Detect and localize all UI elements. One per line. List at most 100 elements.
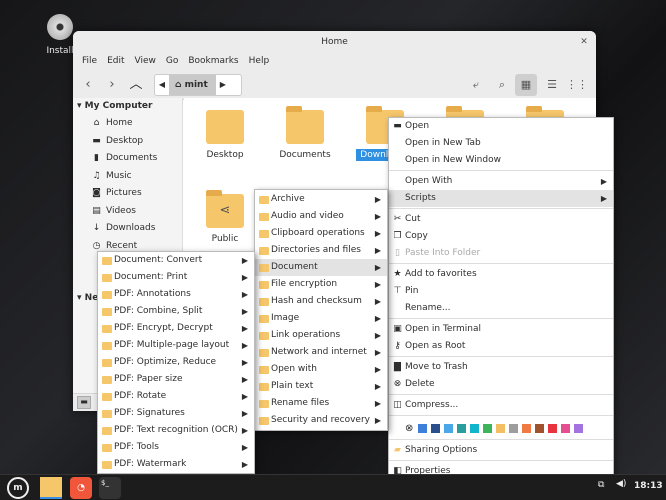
color-swatch[interactable] — [444, 423, 454, 433]
firefox-icon[interactable]: ◔ — [70, 477, 92, 499]
submenu-item[interactable]: PDF: Multiple-page layout ▶ — [98, 337, 254, 354]
color-swatch[interactable] — [548, 423, 558, 433]
list-view-button[interactable]: ☰ — [541, 74, 563, 96]
color-swatch[interactable] — [483, 423, 493, 433]
search-icon[interactable]: ⌕ — [491, 74, 513, 96]
separator — [389, 318, 613, 319]
menu-file[interactable]: File — [77, 53, 102, 70]
menu-view[interactable]: View — [130, 53, 161, 70]
color-swatch[interactable] — [574, 423, 584, 433]
menu-sharing-options[interactable]: ▰ Sharing Options — [389, 442, 613, 459]
menu-go[interactable]: Go — [161, 53, 183, 70]
submenu-item[interactable]: Rename files ▶ — [255, 395, 387, 412]
title-bar[interactable]: Home — [73, 31, 596, 53]
submenu-item[interactable]: PDF: Tools ▶ — [98, 439, 254, 456]
sidebar-item-documents[interactable]: ▮ Documents — [73, 150, 182, 168]
sidebar-item-videos[interactable]: ▤ Videos — [73, 203, 182, 221]
submenu-item[interactable]: PDF: Rotate ▶ — [98, 388, 254, 405]
color-swatch[interactable] — [561, 423, 571, 433]
menu-add-favorites[interactable]: ★ Add to favorites — [389, 266, 613, 283]
menu-delete[interactable]: ⊗ Delete — [389, 376, 613, 393]
menu-open-with[interactable]: Open With ▶ — [389, 173, 613, 190]
submenu-item[interactable]: Hash and checksum ▶ — [255, 293, 387, 310]
crumb-home[interactable]: ⌂ mint — [169, 75, 216, 95]
sidebar-item-desktop[interactable]: ▬ Desktop — [73, 133, 182, 151]
submenu-item[interactable]: PDF: Optimize, Reduce ▶ — [98, 354, 254, 371]
files-taskbar-icon[interactable] — [40, 477, 62, 499]
submenu-item[interactable]: Document ▶ — [255, 259, 387, 276]
submenu-item[interactable]: Directories and files ▶ — [255, 242, 387, 259]
submenu-item[interactable]: Archive ▶ — [255, 191, 387, 208]
submenu-item[interactable]: Document: Convert ▶ — [98, 252, 254, 269]
submenu-item[interactable]: PDF: Annotations ▶ — [98, 286, 254, 303]
submenu-item[interactable]: Network and internet ▶ — [255, 344, 387, 361]
label: PDF: Rotate — [114, 391, 167, 401]
submenu-item[interactable]: PDF: Paper size ▶ — [98, 371, 254, 388]
network-icon[interactable]: ⧉ — [598, 480, 604, 490]
submenu-item[interactable]: PDF: Encrypt, Decrypt ▶ — [98, 320, 254, 337]
close-button[interactable]: ✕ — [578, 36, 590, 48]
mint-menu-icon[interactable]: m — [7, 477, 29, 499]
menu-compress[interactable]: ◫ Compress... — [389, 397, 613, 414]
color-swatch[interactable] — [535, 423, 545, 433]
places-toggle-button[interactable]: ▬ — [77, 396, 91, 409]
menu-scripts[interactable]: Scripts ▶ — [389, 190, 613, 207]
submenu-item[interactable]: Link operations ▶ — [255, 327, 387, 344]
submenu-item[interactable]: PDF: Text recognition (OCR) ▶ — [98, 422, 254, 439]
menu-bookmarks[interactable]: Bookmarks — [183, 53, 243, 70]
file-desktop[interactable]: Desktop — [190, 110, 260, 160]
menu-move-to-trash[interactable]: ▇ Move to Trash — [389, 359, 613, 376]
file-documents[interactable]: Documents — [270, 106, 340, 160]
label: PDF: Text recognition (OCR) — [114, 425, 238, 435]
submenu-item[interactable]: Clipboard operations ▶ — [255, 225, 387, 242]
color-swatch[interactable] — [470, 423, 480, 433]
toggle-location-icon[interactable]: ⤶ — [465, 74, 487, 96]
separator — [389, 415, 613, 416]
sidebar-item-music[interactable]: ♫ Music — [73, 168, 182, 186]
sidebar-item-pictures[interactable]: ◙ Pictures — [73, 185, 182, 203]
menu-open-as-root[interactable]: ⚷ Open as Root — [389, 338, 613, 355]
crumb-left-arrow[interactable]: ◀ — [155, 75, 169, 95]
color-swatch[interactable] — [457, 423, 467, 433]
sidebar-my-computer[interactable]: ▾ My Computer — [73, 98, 182, 115]
menu-rename[interactable]: Rename... — [389, 300, 613, 317]
submenu-item[interactable]: PDF: Watermark ▶ — [98, 456, 254, 473]
menu-paste-into-folder[interactable]: ▯ Paste Into Folder — [389, 245, 613, 262]
sidebar-item-downloads[interactable]: ↓ Downloads — [73, 220, 182, 238]
color-swatch[interactable] — [509, 423, 519, 433]
menu-open-new-window[interactable]: Open in New Window — [389, 152, 613, 169]
submenu-item[interactable]: Audio and video ▶ — [255, 208, 387, 225]
menu-copy[interactable]: ❐ Copy — [389, 228, 613, 245]
menu-cut[interactable]: ✂ Cut — [389, 211, 613, 228]
menu-open-new-tab[interactable]: Open in New Tab — [389, 135, 613, 152]
submenu-item[interactable]: Document: Print ▶ — [98, 269, 254, 286]
submenu-item[interactable]: Security and recovery ▶ — [255, 412, 387, 429]
terminal-taskbar-icon[interactable]: $_ — [99, 477, 121, 499]
color-swatch[interactable] — [522, 423, 532, 433]
compact-view-button[interactable]: ⋮⋮ — [566, 74, 588, 96]
color-swatch[interactable] — [418, 423, 428, 433]
menu-open-terminal[interactable]: ▣ Open in Terminal — [389, 321, 613, 338]
icon-view-button[interactable]: ▦ — [515, 74, 537, 96]
up-button[interactable]: ︿ — [125, 74, 147, 96]
submenu-item[interactable]: Image ▶ — [255, 310, 387, 327]
crumb-right-arrow[interactable]: ▶ — [216, 75, 230, 95]
submenu-item[interactable]: Plain text ▶ — [255, 378, 387, 395]
color-swatch[interactable] — [431, 423, 441, 433]
clock[interactable]: 18:13 — [634, 481, 663, 491]
menu-pin[interactable]: ⊤ Pin — [389, 283, 613, 300]
forward-button[interactable]: › — [101, 74, 123, 96]
submenu-item[interactable]: Open with ▶ — [255, 361, 387, 378]
file-public[interactable]: ⋖ Public — [190, 190, 260, 244]
color-swatch[interactable] — [496, 423, 506, 433]
submenu-item[interactable]: File encryption ▶ — [255, 276, 387, 293]
back-button[interactable]: ‹ — [77, 74, 99, 96]
menu-edit[interactable]: Edit — [102, 53, 129, 70]
menu-open[interactable]: ▬ Open — [389, 118, 613, 135]
volume-icon[interactable]: ◀) — [616, 479, 626, 489]
menu-help[interactable]: Help — [244, 53, 275, 70]
clear-color-icon[interactable]: ⊗ — [405, 423, 413, 434]
submenu-item[interactable]: PDF: Combine, Split ▶ — [98, 303, 254, 320]
sidebar-item-home[interactable]: ⌂ Home — [73, 115, 182, 133]
submenu-item[interactable]: PDF: Signatures ▶ — [98, 405, 254, 422]
